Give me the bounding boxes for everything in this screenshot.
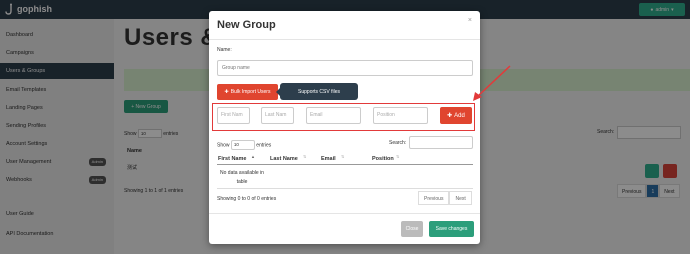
modal-search-label: Search:: [389, 140, 407, 146]
column-header-last-name[interactable]: Last Name: [270, 156, 298, 162]
new-group-modal: New Group × Name: ✚ Bulk Import Users Su…: [209, 11, 480, 244]
show-label: Show: [217, 142, 230, 149]
column-header-first-name[interactable]: First Name: [218, 156, 246, 162]
first-name-input[interactable]: First Nam: [217, 107, 250, 124]
modal-previous-button[interactable]: Previous: [418, 191, 450, 205]
sort-asc-icon: ▲: [251, 154, 255, 159]
table-row-divider: [217, 188, 473, 189]
column-header-position[interactable]: Position: [372, 156, 394, 162]
close-button[interactable]: Close: [401, 221, 423, 237]
modal-title: New Group: [217, 19, 276, 31]
modal-header-divider: [209, 39, 480, 40]
sort-both-icon: ⇅: [303, 154, 307, 159]
modal-footer-divider: [209, 213, 480, 214]
modal-next-button[interactable]: Next: [449, 191, 472, 205]
plus-icon: ✚: [447, 113, 453, 119]
empty-table-message: No data available in table: [220, 170, 264, 185]
bulk-import-button[interactable]: ✚ Bulk Import Users: [217, 84, 278, 100]
position-input[interactable]: Position: [373, 107, 428, 124]
bulk-import-label: Bulk Import Users: [230, 89, 271, 95]
modal-page-length: Show 10 entries: [217, 140, 271, 150]
group-name-input[interactable]: [217, 60, 473, 76]
email-input[interactable]: Email: [306, 107, 361, 124]
table-header-divider: [217, 164, 473, 165]
csv-tooltip: Supports CSV files: [276, 83, 358, 100]
sort-both-icon: ⇅: [396, 154, 400, 159]
save-changes-button[interactable]: Save changes: [429, 221, 474, 237]
close-icon[interactable]: ×: [468, 17, 472, 24]
modal-pagination: Previous Next: [418, 191, 472, 205]
group-name-label: Name:: [217, 47, 232, 53]
entries-label: entries: [256, 142, 272, 149]
plus-icon: ✚: [224, 89, 229, 95]
last-name-input[interactable]: Last Nam: [261, 107, 294, 124]
modal-page-length-select[interactable]: 10: [230, 140, 255, 150]
modal-search-input[interactable]: [409, 136, 473, 149]
column-header-email[interactable]: Email: [321, 156, 336, 162]
sort-both-icon: ⇅: [341, 154, 345, 159]
modal-showing-text: Showing 0 to 0 of 0 entries: [217, 196, 277, 202]
add-target-button[interactable]: ✚ Add: [440, 107, 472, 124]
add-label: Add: [454, 112, 465, 119]
